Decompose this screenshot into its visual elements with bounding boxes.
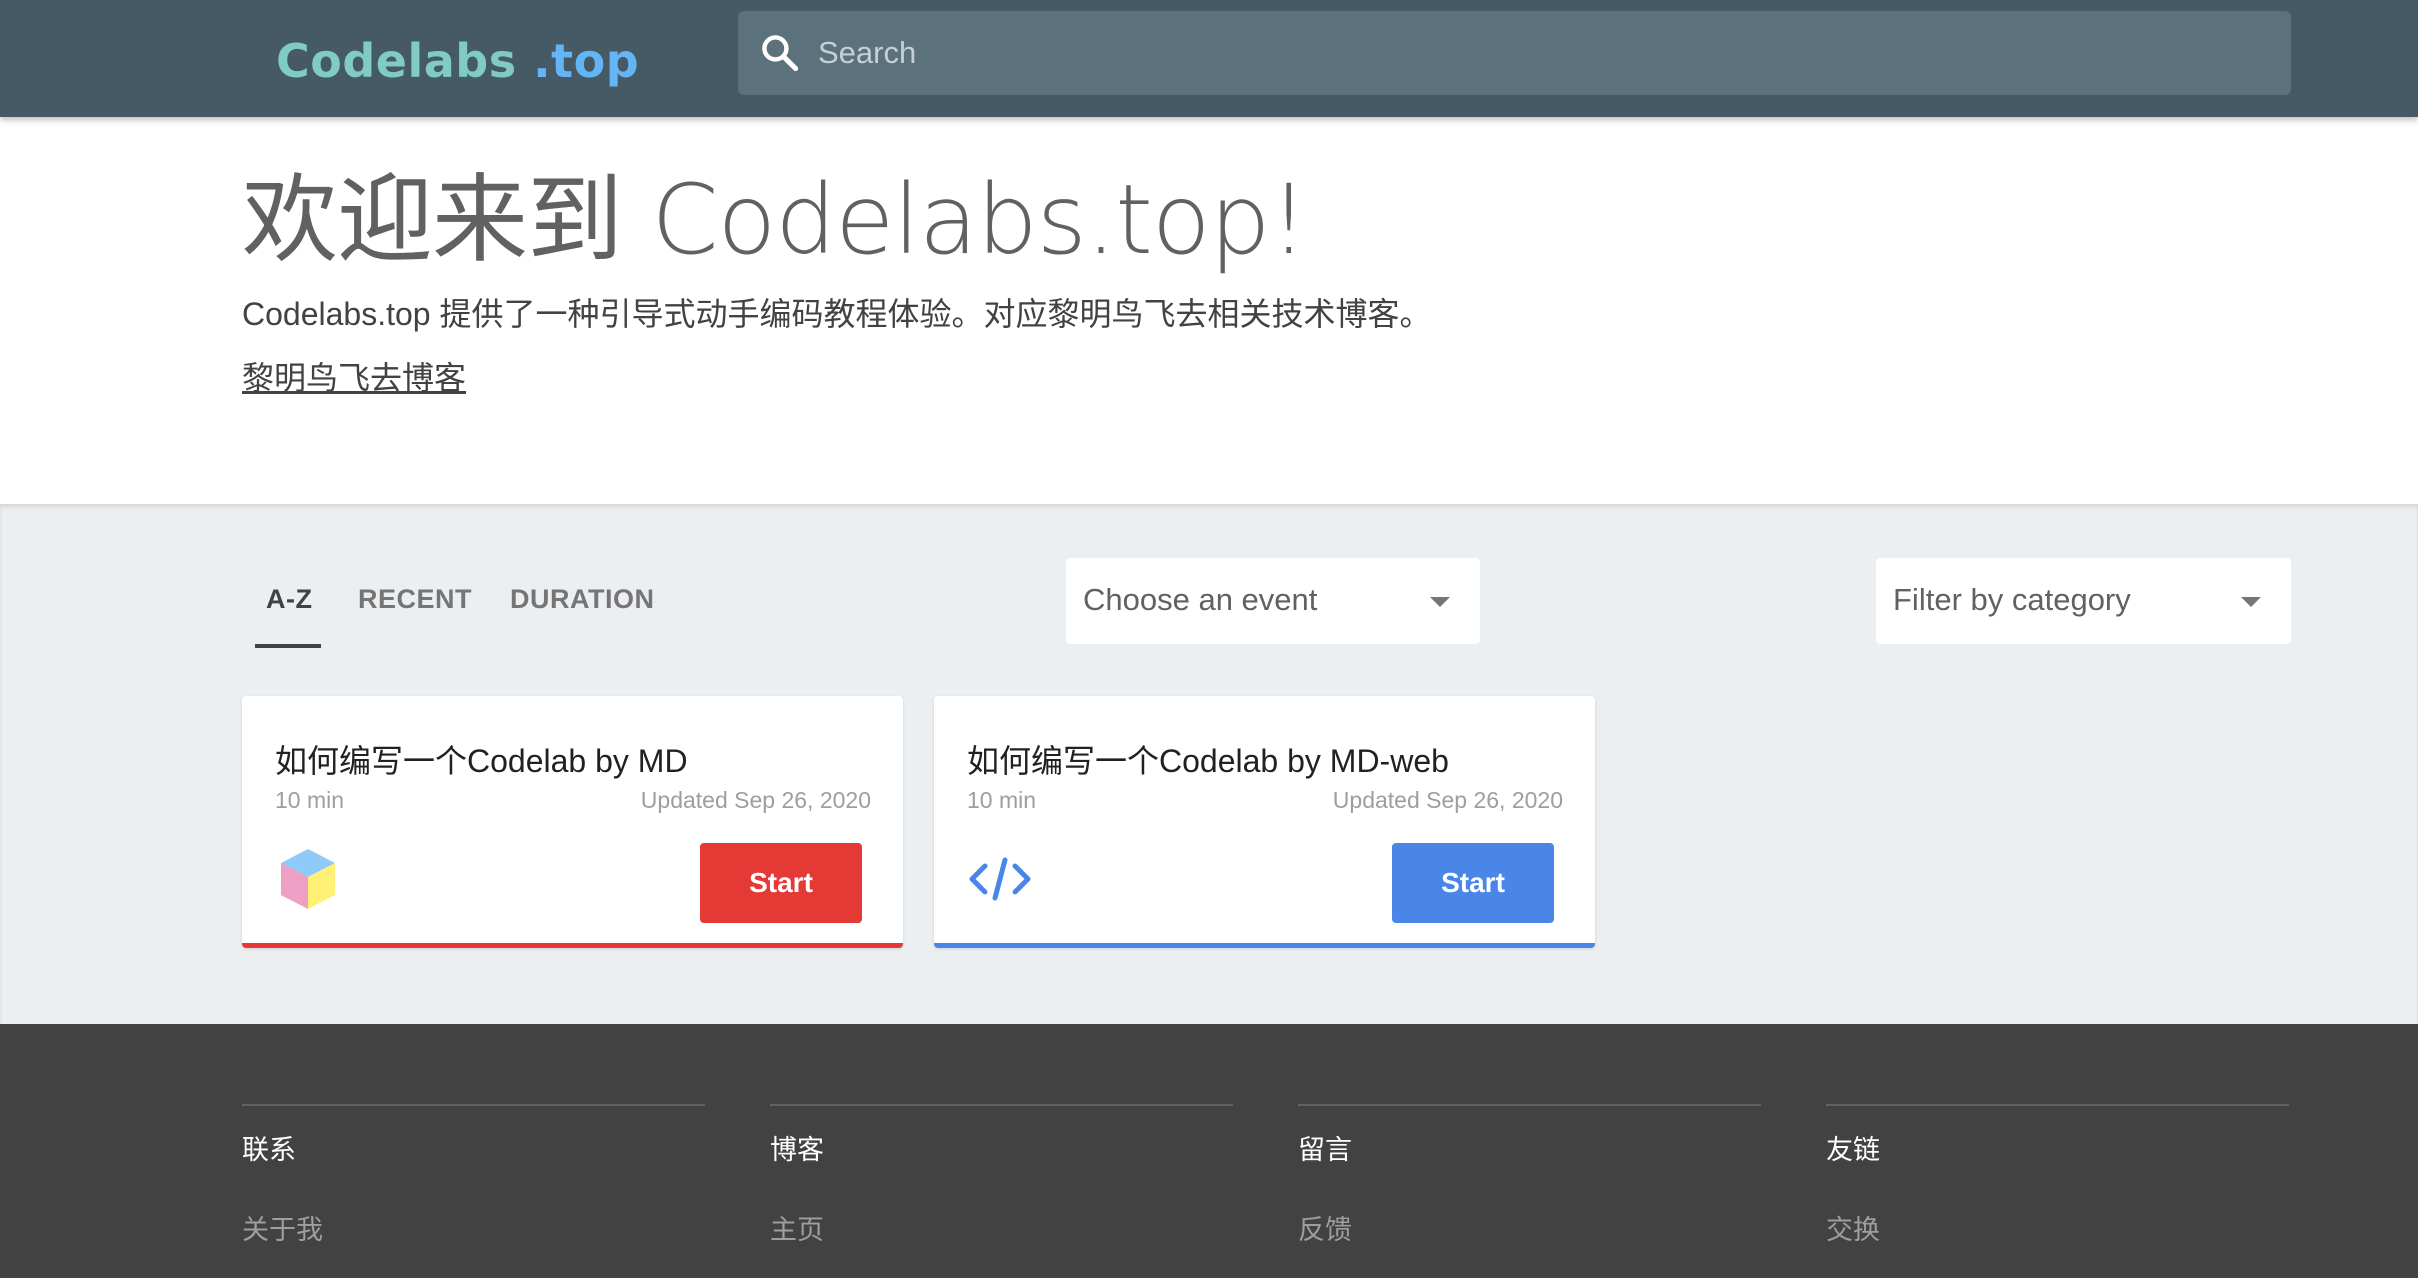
tab-a-z[interactable]: A-Z xyxy=(266,584,312,615)
footer-column: 联系 关于我 xyxy=(242,1104,705,1245)
card-updated-date: Updated Sep 26, 2020 xyxy=(640,787,871,813)
card-duration: 10 min xyxy=(967,787,1037,813)
start-button[interactable]: Start xyxy=(1392,843,1554,923)
page-title: 欢迎来到 Codelabs.top! xyxy=(242,164,1308,276)
category-select[interactable]: Filter by category xyxy=(1876,558,2291,644)
footer-link[interactable]: 主页 xyxy=(770,1208,824,1247)
logo-text-primary: Codelabs xyxy=(276,34,517,88)
top-app-bar: Codelabs .top xyxy=(0,0,2418,117)
tab-recent[interactable]: RECENT xyxy=(358,584,472,615)
footer-link[interactable]: 关于我 xyxy=(242,1208,323,1247)
tab-duration[interactable]: DURATION xyxy=(510,584,654,615)
card-accent-bar xyxy=(242,943,903,948)
event-select-label: Choose an event xyxy=(1083,582,1318,617)
footer-column: 友链 交换 xyxy=(1826,1104,2289,1245)
card-title: 如何编写一个Codelab by MD-web xyxy=(967,743,1449,779)
footer-heading: 联系 xyxy=(242,1135,296,1165)
footer-heading: 友链 xyxy=(1826,1135,1880,1165)
card-accent-bar xyxy=(934,943,1595,948)
category-select-label: Filter by category xyxy=(1893,582,2131,617)
site-footer: 联系 关于我 博客 主页 留言 反馈 友链 交换 xyxy=(0,1024,2418,1278)
footer-link[interactable]: 交换 xyxy=(1826,1208,1880,1247)
hero-section: 欢迎来到 Codelabs.top! Codelabs.top 提供了一种引导式… xyxy=(0,117,2418,504)
codelab-card[interactable]: 如何编写一个Codelab by MD 10 min Updated Sep 2… xyxy=(242,696,903,948)
chevron-down-icon xyxy=(1430,597,1450,607)
start-button[interactable]: Start xyxy=(700,843,862,923)
search-icon xyxy=(762,35,799,72)
site-logo[interactable]: Codelabs .top xyxy=(276,34,639,88)
cube-icon xyxy=(281,849,335,909)
search-input[interactable] xyxy=(818,11,2268,95)
code-icon xyxy=(969,857,1031,901)
chevron-down-icon xyxy=(2241,597,2261,607)
footer-heading: 博客 xyxy=(770,1135,824,1165)
footer-link[interactable]: 反馈 xyxy=(1298,1208,1352,1247)
footer-heading: 留言 xyxy=(1298,1135,1352,1165)
card-title: 如何编写一个Codelab by MD xyxy=(275,743,688,779)
page-description: Codelabs.top 提供了一种引导式动手编码教程体验。对应黎明鸟飞去相关技… xyxy=(242,296,1432,332)
active-tab-indicator xyxy=(255,644,321,648)
card-duration: 10 min xyxy=(275,787,345,813)
footer-column: 博客 主页 xyxy=(770,1104,1233,1245)
search-box[interactable] xyxy=(738,11,2291,95)
event-select[interactable]: Choose an event xyxy=(1066,558,1480,644)
codelab-card[interactable]: 如何编写一个Codelab by MD-web 10 min Updated S… xyxy=(934,696,1595,948)
footer-column: 留言 反馈 xyxy=(1298,1104,1761,1245)
blog-link[interactable]: 黎明鸟飞去博客 xyxy=(242,353,466,399)
logo-text-secondary: .top xyxy=(533,34,640,88)
card-updated-date: Updated Sep 26, 2020 xyxy=(1332,787,1563,813)
codelab-list-section: A-Z RECENT DURATION Choose an event Filt… xyxy=(0,504,2418,1024)
